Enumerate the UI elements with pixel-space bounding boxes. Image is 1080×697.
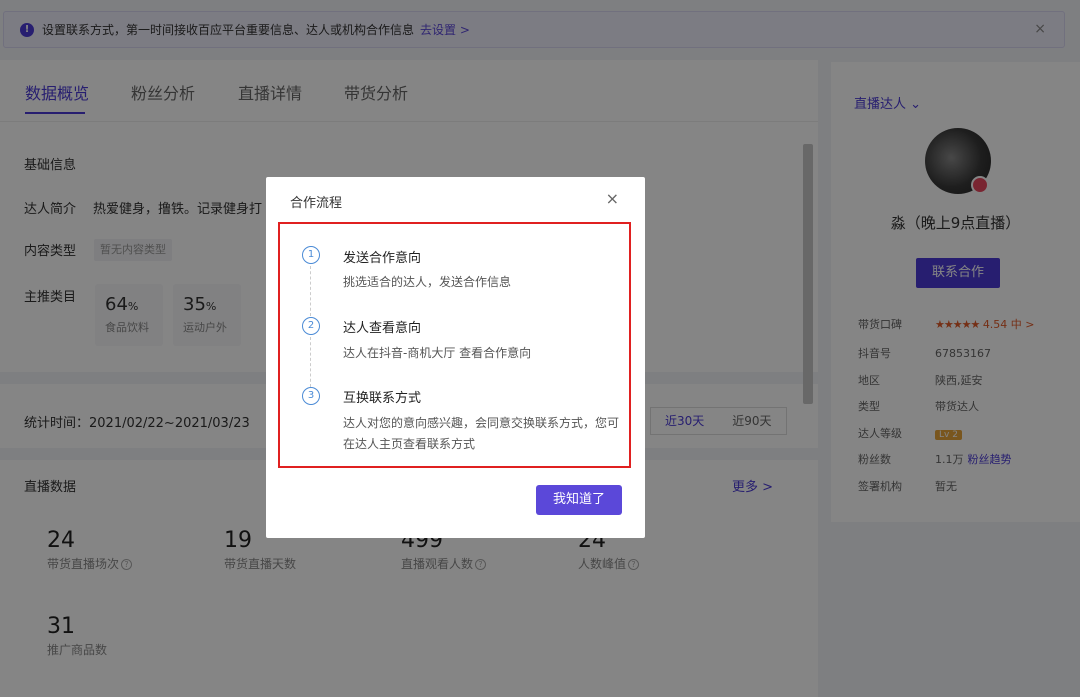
step-title: 达人查看意向 <box>343 321 422 336</box>
step-title: 发送合作意向 <box>343 251 422 266</box>
step-desc: 达人对您的意向感兴趣，会同意交换联系方式，您可在达人主页查看联系方式 <box>343 416 620 451</box>
close-icon[interactable]: × <box>606 189 619 208</box>
cooperation-flow-modal: 合作流程 × 1 发送合作意向 挑选适合的达人，发送合作信息 2 达人查看意向 … <box>266 177 645 538</box>
step-number: 1 <box>302 246 320 264</box>
step-number: 3 <box>302 387 320 405</box>
steps-highlight-box: 1 发送合作意向 挑选适合的达人，发送合作信息 2 达人查看意向 达人在抖音-商… <box>278 222 631 468</box>
got-it-button[interactable]: 我知道了 <box>536 485 622 515</box>
step-connector <box>310 266 311 316</box>
modal-title: 合作流程 <box>290 196 343 211</box>
step-desc: 挑选适合的达人，发送合作信息 <box>343 275 512 289</box>
step-title: 互换联系方式 <box>343 391 422 406</box>
step-connector <box>310 337 311 387</box>
step-number: 2 <box>302 317 320 335</box>
step-desc: 达人在抖音-商机大厅 查看合作意向 <box>343 346 532 360</box>
